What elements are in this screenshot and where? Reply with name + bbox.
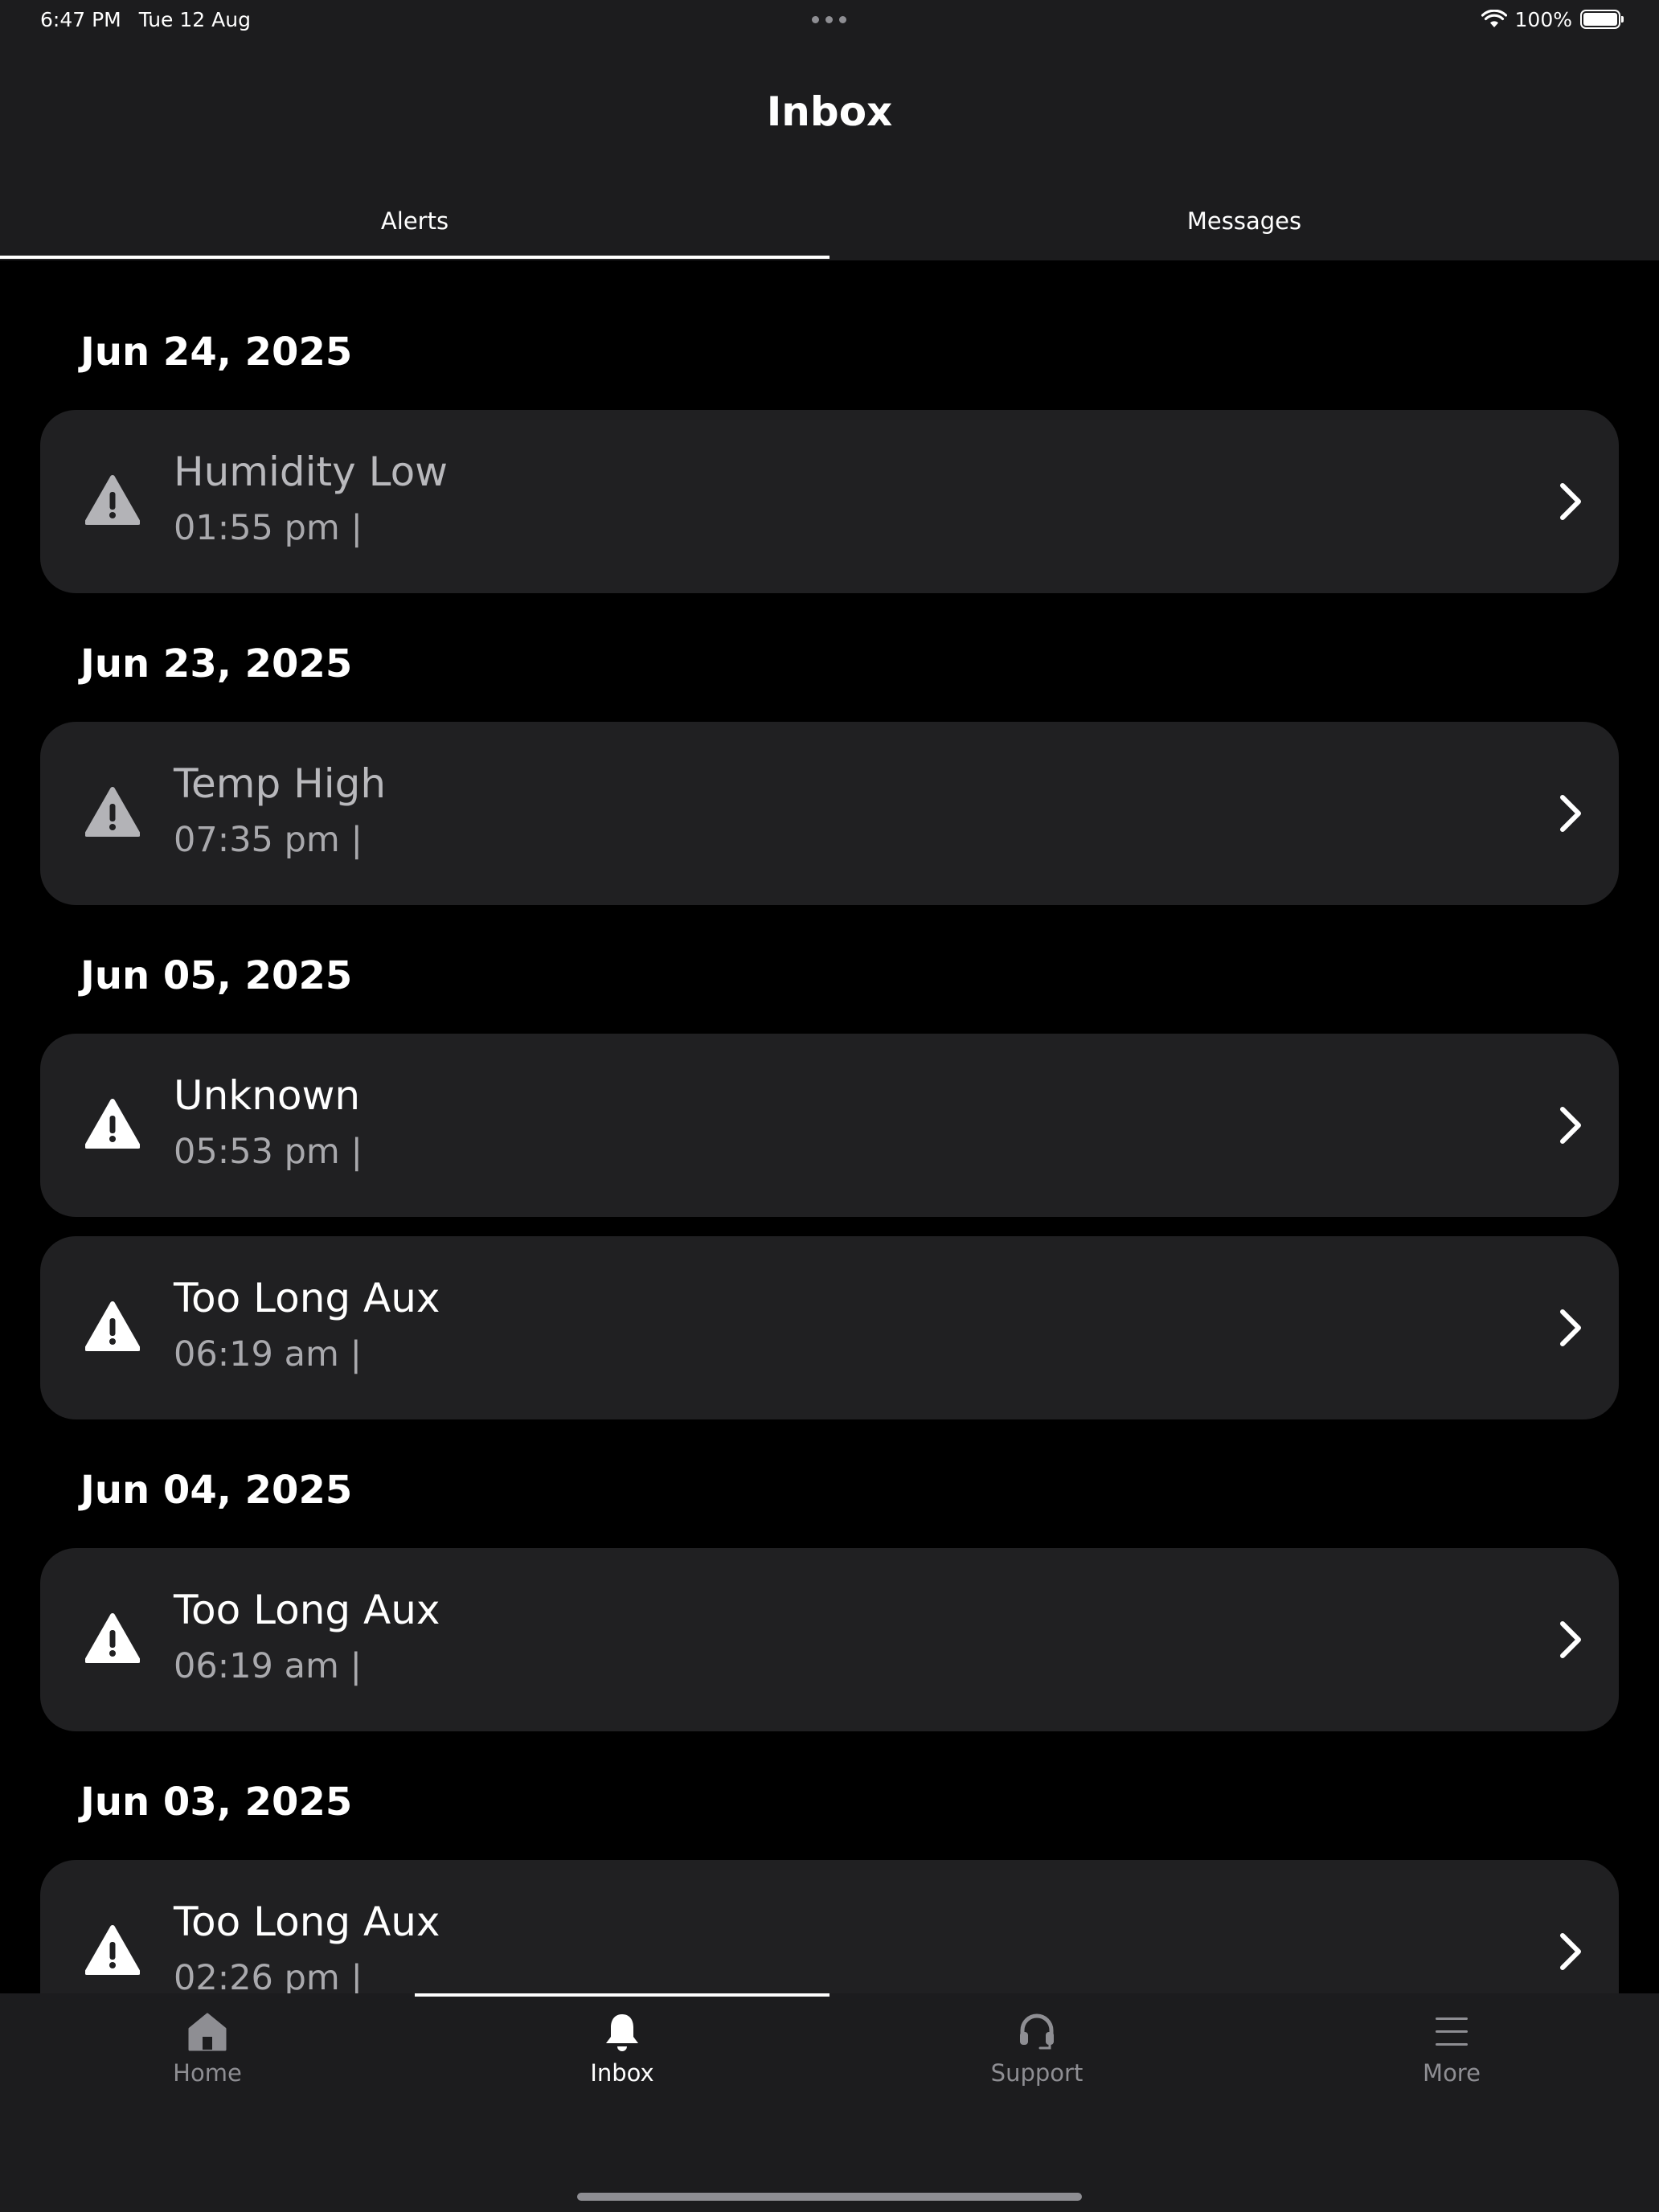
chevron-right-icon xyxy=(1560,1309,1581,1346)
tabbar-item-more[interactable]: More xyxy=(1244,2011,1659,2099)
wifi-icon xyxy=(1481,10,1507,27)
tabbar-label: Home xyxy=(173,2059,242,2087)
alert-time: 02:26 pm | xyxy=(174,1958,363,1998)
chevron-right-icon xyxy=(1560,483,1581,520)
home-indicator[interactable] xyxy=(577,2193,1082,2201)
status-time-date: 6:47 PM Tue 12 Aug xyxy=(40,8,251,31)
status-date: Tue 12 Aug xyxy=(138,8,251,31)
alert-title: Too Long Aux xyxy=(174,1899,440,1945)
alert-title: Unknown xyxy=(174,1072,361,1119)
date-heading: Jun 05, 2025 xyxy=(80,953,353,998)
alert-time: 01:55 pm | xyxy=(174,508,363,548)
menu-icon xyxy=(1436,2017,1468,2046)
alert-time: 07:35 pm | xyxy=(174,820,363,860)
tabbar-label: Inbox xyxy=(590,2059,654,2087)
alert-title: Temp High xyxy=(174,760,387,807)
warning-icon xyxy=(85,1925,140,1975)
chevron-right-icon xyxy=(1560,1107,1581,1144)
alert-card[interactable]: Temp High 07:35 pm | xyxy=(40,722,1619,905)
warning-icon xyxy=(85,475,140,525)
warning-icon xyxy=(85,1613,140,1663)
warning-icon xyxy=(85,1099,140,1149)
page-title: Inbox xyxy=(766,88,893,135)
inbox-header: Inbox Alerts Messages xyxy=(0,39,1659,260)
tabbar-item-inbox[interactable]: Inbox xyxy=(415,2011,830,2099)
battery-percent: 100% xyxy=(1514,7,1572,31)
alert-time: 06:19 am | xyxy=(174,1334,362,1374)
date-heading: Jun 24, 2025 xyxy=(80,330,353,375)
alert-title: Too Long Aux xyxy=(174,1587,440,1633)
date-heading: Jun 03, 2025 xyxy=(80,1780,353,1825)
alert-card[interactable]: Unknown 05:53 pm | xyxy=(40,1034,1619,1217)
alert-time: 06:19 am | xyxy=(174,1646,362,1686)
alert-time: 05:53 pm | xyxy=(174,1132,363,1172)
tabbar-item-home[interactable]: Home xyxy=(0,2011,415,2099)
alert-card[interactable]: Too Long Aux 06:19 am | xyxy=(40,1236,1619,1419)
date-heading: Jun 04, 2025 xyxy=(80,1468,353,1513)
tab-alerts[interactable]: Alerts xyxy=(0,207,830,235)
tabbar-label: More xyxy=(1423,2059,1481,2087)
chevron-right-icon xyxy=(1560,1933,1581,1970)
status-bar: 6:47 PM Tue 12 Aug 100% xyxy=(0,0,1659,39)
bell-icon xyxy=(606,2014,638,2051)
tabbar-label: Support xyxy=(990,2059,1083,2087)
chevron-right-icon xyxy=(1560,795,1581,832)
headset-icon xyxy=(1020,2013,1054,2050)
alert-title: Humidity Low xyxy=(174,449,449,495)
multitasking-dots-icon[interactable] xyxy=(812,16,847,24)
alert-title: Too Long Aux xyxy=(174,1275,440,1321)
tabbar-item-support[interactable]: Support xyxy=(830,2011,1244,2099)
tabbar-selected-indicator xyxy=(415,1993,830,1997)
alert-card[interactable]: Humidity Low 01:55 pm | xyxy=(40,410,1619,593)
status-indicators: 100% xyxy=(1481,6,1624,32)
chevron-right-icon xyxy=(1560,1621,1581,1658)
warning-icon xyxy=(85,1301,140,1351)
bottom-tab-bar: Home Inbox Support More xyxy=(0,1993,1659,2212)
date-heading: Jun 23, 2025 xyxy=(80,641,353,686)
tab-selected-indicator xyxy=(0,256,830,259)
tab-messages[interactable]: Messages xyxy=(830,207,1659,235)
home-icon xyxy=(188,2013,227,2051)
battery-icon xyxy=(1580,10,1624,29)
alert-card[interactable]: Too Long Aux 06:19 am | xyxy=(40,1548,1619,1731)
warning-icon xyxy=(85,787,140,837)
status-time: 6:47 PM xyxy=(40,8,121,31)
